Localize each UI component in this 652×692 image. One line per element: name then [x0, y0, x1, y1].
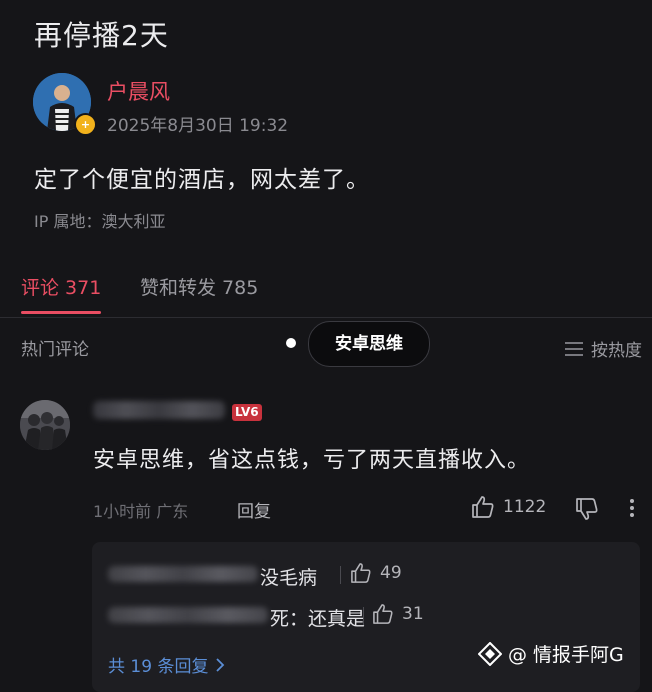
commenter-avatar[interactable]: [20, 400, 70, 450]
tab-likes-reposts[interactable]: 赞和转发 785: [140, 273, 258, 300]
view-more-replies-link[interactable]: 共 19 条回复: [108, 652, 225, 677]
level-badge: LV6: [232, 404, 262, 421]
more-options-icon[interactable]: [626, 496, 638, 520]
post-title: 再停播2天: [34, 19, 169, 52]
reply-author-blurred[interactable]: [108, 566, 258, 582]
comment-text: 安卓思维，省这点钱，亏了两天直播收入。: [93, 448, 531, 473]
thumbs-up-icon: [472, 496, 494, 518]
verified-badge-icon: +: [74, 113, 97, 136]
thumbs-down-icon[interactable]: [575, 496, 599, 520]
reply-button[interactable]: 回复: [237, 497, 271, 522]
reply-like-count: 49: [380, 563, 402, 583]
reply-author-blurred[interactable]: [108, 607, 268, 623]
separator: [340, 566, 341, 584]
ip-location: IP 属地：澳大利亚: [34, 212, 166, 231]
floating-pill: 安卓思维: [308, 321, 430, 367]
menu-icon: [565, 341, 583, 356]
reply-text: 没毛病: [260, 567, 318, 589]
more-replies-label: 共 19 条回复: [108, 657, 209, 677]
post-text: 定了个便宜的酒店，网太差了。: [34, 167, 370, 193]
like-count: 1122: [503, 497, 547, 517]
watermark: @ 情报手阿G: [478, 640, 624, 667]
reply-text: 死：还真是: [270, 608, 366, 630]
tab-comments[interactable]: 评论 371: [21, 273, 101, 300]
sort-label: 按热度: [591, 341, 642, 361]
dot-indicator: [286, 338, 296, 348]
group-photo-icon: [20, 400, 70, 450]
post-timestamp: 2025年8月30日 19:32: [107, 116, 289, 136]
thumbs-up-icon: [373, 604, 393, 624]
author-name[interactable]: 户晨风: [107, 76, 170, 106]
like-button[interactable]: 1122: [471, 496, 546, 518]
chevron-right-icon: [216, 657, 225, 672]
separator: [363, 607, 364, 625]
reply-like-count: 31: [402, 604, 424, 624]
sort-button[interactable]: 按热度: [565, 336, 642, 361]
commenter-name-blurred[interactable]: [93, 401, 225, 419]
divider: [0, 317, 652, 318]
reply-like-button[interactable]: 31: [372, 604, 424, 624]
reply-like-button[interactable]: 49: [350, 563, 402, 583]
watermark-text: @ 情报手阿G: [508, 644, 624, 666]
thumbs-up-icon: [351, 563, 371, 583]
diamond-logo-icon: [478, 641, 502, 666]
comment-meta: 1小时前 广东: [93, 502, 189, 521]
active-tab-indicator: [21, 311, 101, 314]
hot-comments-label: 热门评论: [21, 340, 89, 360]
